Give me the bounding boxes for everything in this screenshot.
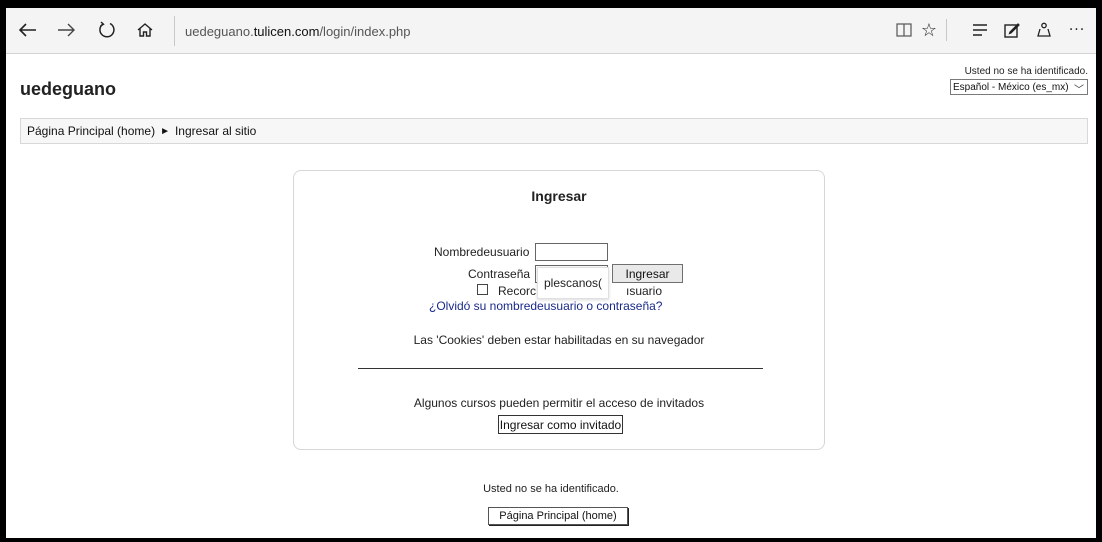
back-icon[interactable] (16, 18, 40, 42)
browser-window: uedeguano. tulicen.com/login/index.php ☆ … (6, 8, 1096, 538)
login-heading: Ingresar (531, 188, 587, 204)
share-icon[interactable] (1033, 18, 1055, 42)
login-status-text: Usted no se ha identificado. (964, 66, 1088, 77)
toolbar-separator (946, 19, 947, 41)
chevron-down-icon: ﹀ (1074, 85, 1084, 96)
language-select[interactable]: Español - México (es_mx) ﹀ (950, 79, 1088, 96)
url-prefix: uedeguano. (185, 23, 254, 39)
autocomplete-suggestion[interactable]: plescanos( (537, 267, 609, 299)
remember-username-checkbox[interactable] (477, 284, 488, 295)
remember-username-label-start: Recorc (498, 284, 537, 298)
browser-toolbar: uedeguano. tulicen.com/login/index.php ☆ … (6, 8, 1096, 54)
guest-login-button[interactable]: Ingresar como invitado (498, 415, 623, 434)
refresh-icon[interactable] (95, 18, 119, 42)
footer-home-button[interactable]: Página Principal (home) (488, 507, 628, 525)
home-icon[interactable] (133, 18, 157, 42)
login-box: Ingresar Nombredeusuario Contraseña Ingr… (293, 170, 825, 450)
reading-view-icon[interactable] (894, 18, 914, 42)
breadcrumb-current: Ingresar al sitio (174, 124, 257, 138)
favorite-star-icon[interactable]: ☆ (918, 18, 940, 42)
site-title: uedeguano (20, 79, 117, 99)
forgot-password-link[interactable]: ¿Olvidó su nombredeusuario o contraseña? (429, 299, 662, 313)
url-host: tulicen.com (253, 23, 320, 39)
breadcrumb: Página Principal (home) ► Ingresar al si… (20, 118, 1088, 144)
username-label: Nombredeusuario (434, 245, 530, 259)
divider (358, 368, 763, 369)
language-select-value: Español - México (es_mx) (953, 81, 1069, 93)
breadcrumb-home-link[interactable]: Página Principal (home) (27, 124, 155, 138)
password-label: Contraseña (468, 267, 531, 281)
forward-icon[interactable] (54, 18, 78, 42)
more-icon[interactable]: ··· (1066, 18, 1088, 42)
remember-username-label-end: ısuario (626, 284, 663, 298)
guest-notice: Algunos cursos pueden permitir el acceso… (413, 396, 705, 410)
cookies-notice: Las 'Cookies' deben estar habilitadas en… (413, 333, 705, 347)
footer-login-status: Usted no se ha identificado. (483, 483, 619, 495)
breadcrumb-separator-icon: ► (160, 125, 170, 137)
page-content: uedeguano Usted no se ha identificado. E… (6, 55, 1096, 538)
address-bar[interactable]: uedeguano. tulicen.com/login/index.php (174, 16, 884, 46)
web-note-icon[interactable] (1001, 18, 1023, 42)
login-button[interactable]: Ingresar (612, 264, 683, 283)
url-path: /login/index.php (319, 23, 411, 39)
username-input[interactable] (535, 243, 608, 261)
hub-icon[interactable] (969, 18, 991, 42)
